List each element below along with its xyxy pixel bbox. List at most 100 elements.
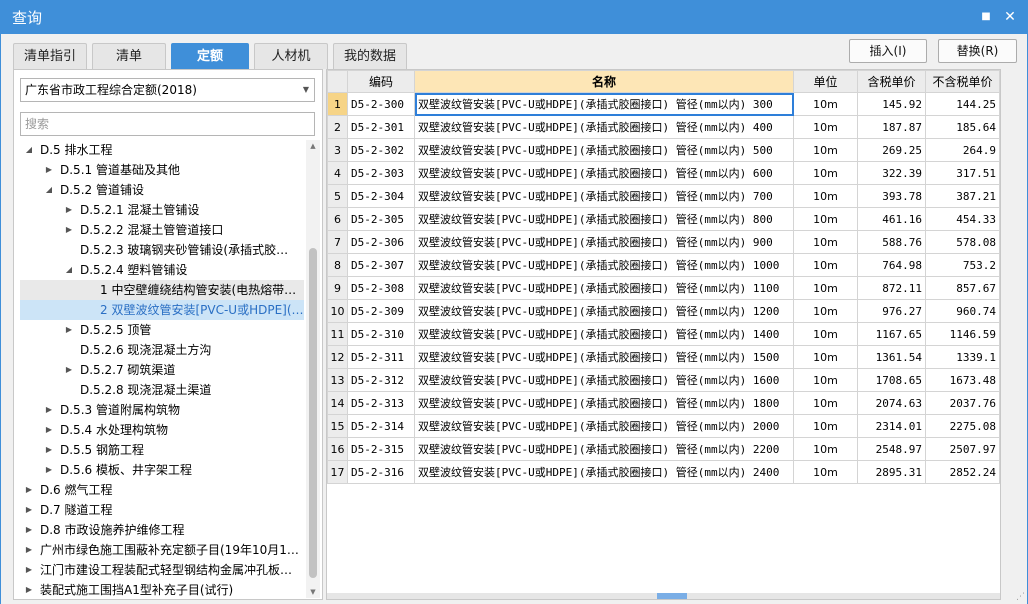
table-row[interactable]: 11 D5-2-310 双壁波纹管安装[PVC-U或HDPE](承插式胶圈接口) 管…	[327, 322, 1000, 346]
tab-list-guide[interactable]: 清单指引	[13, 43, 87, 69]
collapsed-arrow-icon[interactable]: ▶	[44, 400, 54, 420]
collapsed-arrow-icon[interactable]: ▶	[64, 360, 74, 380]
tax-price-cell[interactable]: 1361.54	[857, 345, 926, 369]
code-cell[interactable]: D5-2-300	[347, 92, 415, 116]
library-select[interactable]: 广东省市政工程综合定额(2018) ▼	[20, 78, 315, 102]
row-number[interactable]: 6	[327, 207, 348, 231]
table-row[interactable]: 7 D5-2-306 双壁波纹管安装[PVC-U或HDPE](承插式胶圈接口) 管径…	[327, 230, 1000, 254]
collapsed-arrow-icon[interactable]: ▶	[44, 460, 54, 480]
collapsed-arrow-icon[interactable]: ▶	[64, 200, 74, 220]
table-row[interactable]: 5 D5-2-304 双壁波纹管安装[PVC-U或HDPE](承插式胶圈接口) 管径…	[327, 184, 1000, 208]
name-cell[interactable]: 双壁波纹管安装[PVC-U或HDPE](承插式胶圈接口) 管径(mm以内) 40…	[414, 115, 794, 139]
unit-cell[interactable]: 10m	[793, 138, 858, 162]
tax-price-cell[interactable]: 2314.01	[857, 414, 926, 438]
name-cell[interactable]: 双壁波纹管安装[PVC-U或HDPE](承插式胶圈接口) 管径(mm以内) 18…	[414, 391, 794, 415]
notax-price-cell[interactable]: 454.33	[925, 207, 1000, 231]
unit-cell[interactable]: 10m	[793, 391, 858, 415]
unit-cell[interactable]: 10m	[793, 230, 858, 254]
tree-item[interactable]: ▶ 广州市绿色施工围蔽补充定额子目(19年10月1…	[20, 540, 304, 560]
table-row[interactable]: 8 D5-2-307 双壁波纹管安装[PVC-U或HDPE](承插式胶圈接口) 管径…	[327, 253, 1000, 277]
insert-button[interactable]: 插入(I)	[849, 39, 927, 63]
name-cell[interactable]: 双壁波纹管安装[PVC-U或HDPE](承插式胶圈接口) 管径(mm以内) 16…	[414, 368, 794, 392]
tree-item[interactable]: 2 双壁波纹管安装[PVC-U或HDPE](…	[20, 300, 304, 320]
tax-price-cell[interactable]: 2895.31	[857, 460, 926, 484]
tree-item[interactable]: ◢ D.5.2.4 塑料管铺设	[20, 260, 304, 280]
name-cell[interactable]: 双壁波纹管安装[PVC-U或HDPE](承插式胶圈接口) 管径(mm以内) 10…	[414, 253, 794, 277]
tax-price-cell[interactable]: 2548.97	[857, 437, 926, 461]
tax-price-cell[interactable]: 187.87	[857, 115, 926, 139]
table-row[interactable]: 3 D5-2-302 双壁波纹管安装[PVC-U或HDPE](承插式胶圈接口) 管径…	[327, 138, 1000, 162]
expanded-arrow-icon[interactable]: ◢	[64, 260, 74, 280]
code-cell[interactable]: D5-2-303	[347, 161, 415, 185]
code-cell[interactable]: D5-2-314	[347, 414, 415, 438]
tree-item[interactable]: ▶ 装配式施工围挡A1型补充子目(试行)	[20, 580, 304, 598]
row-number[interactable]: 14	[327, 391, 348, 415]
unit-cell[interactable]: 10m	[793, 276, 858, 300]
row-number[interactable]: 10	[327, 299, 348, 323]
tax-price-cell[interactable]: 976.27	[857, 299, 926, 323]
maximize-icon[interactable]: ■	[977, 8, 995, 26]
notax-price-cell[interactable]: 960.74	[925, 299, 1000, 323]
scrollbar-thumb[interactable]	[657, 593, 687, 599]
notax-price-cell[interactable]: 2037.76	[925, 391, 1000, 415]
tax-price-cell[interactable]: 1708.65	[857, 368, 926, 392]
code-cell[interactable]: D5-2-306	[347, 230, 415, 254]
collapsed-arrow-icon[interactable]: ▶	[24, 480, 34, 500]
unit-cell[interactable]: 10m	[793, 207, 858, 231]
tree-item[interactable]: ▶ D.8 市政设施养护维修工程	[20, 520, 304, 540]
row-number[interactable]: 2	[327, 115, 348, 139]
resize-grip-icon[interactable]: ⋰	[1016, 592, 1025, 602]
collapsed-arrow-icon[interactable]: ▶	[44, 420, 54, 440]
tree-item[interactable]: ▶ D.5.5 钢筋工程	[20, 440, 304, 460]
table-row[interactable]: 13 D5-2-312 双壁波纹管安装[PVC-U或HDPE](承插式胶圈接口) 管…	[327, 368, 1000, 392]
collapsed-arrow-icon[interactable]: ▶	[24, 520, 34, 540]
notax-price-cell[interactable]: 1339.1	[925, 345, 1000, 369]
code-cell[interactable]: D5-2-302	[347, 138, 415, 162]
tree-item[interactable]: ▶ D.5.3 管道附属构筑物	[20, 400, 304, 420]
row-number[interactable]: 7	[327, 230, 348, 254]
name-cell[interactable]: 双壁波纹管安装[PVC-U或HDPE](承插式胶圈接口) 管径(mm以内) 22…	[414, 437, 794, 461]
column-header-tax-price[interactable]: 含税单价	[857, 70, 926, 93]
notax-price-cell[interactable]: 2507.97	[925, 437, 1000, 461]
expanded-arrow-icon[interactable]: ◢	[44, 180, 54, 200]
table-row[interactable]: 16 D5-2-315 双壁波纹管安装[PVC-U或HDPE](承插式胶圈接口) 管…	[327, 437, 1000, 461]
unit-cell[interactable]: 10m	[793, 460, 858, 484]
name-cell[interactable]: 双壁波纹管安装[PVC-U或HDPE](承插式胶圈接口) 管径(mm以内) 12…	[414, 299, 794, 323]
name-cell[interactable]: 双壁波纹管安装[PVC-U或HDPE](承插式胶圈接口) 管径(mm以内) 20…	[414, 414, 794, 438]
notax-price-cell[interactable]: 144.25	[925, 92, 1000, 116]
unit-cell[interactable]: 10m	[793, 299, 858, 323]
collapsed-arrow-icon[interactable]: ▶	[44, 440, 54, 460]
code-cell[interactable]: D5-2-312	[347, 368, 415, 392]
unit-cell[interactable]: 10m	[793, 115, 858, 139]
notax-price-cell[interactable]: 753.2	[925, 253, 1000, 277]
tax-price-cell[interactable]: 2074.63	[857, 391, 926, 415]
unit-cell[interactable]: 10m	[793, 253, 858, 277]
table-row[interactable]: 6 D5-2-305 双壁波纹管安装[PVC-U或HDPE](承插式胶圈接口) 管径…	[327, 207, 1000, 231]
collapsed-arrow-icon[interactable]: ▶	[24, 540, 34, 560]
tax-price-cell[interactable]: 764.98	[857, 253, 926, 277]
tax-price-cell[interactable]: 145.92	[857, 92, 926, 116]
search-input[interactable]: 搜索	[20, 112, 315, 136]
name-cell[interactable]: 双壁波纹管安装[PVC-U或HDPE](承插式胶圈接口) 管径(mm以内) 70…	[414, 184, 794, 208]
row-number[interactable]: 1	[327, 92, 348, 116]
tree-item[interactable]: D.5.2.8 现浇混凝土渠道	[20, 380, 304, 400]
tree-item[interactable]: 1 中空壁缠绕结构管安装(电热熔带…	[20, 280, 304, 300]
code-cell[interactable]: D5-2-310	[347, 322, 415, 346]
code-cell[interactable]: D5-2-311	[347, 345, 415, 369]
tree-item[interactable]: ▶ D.5.2.7 砌筑渠道	[20, 360, 304, 380]
tax-price-cell[interactable]: 461.16	[857, 207, 926, 231]
notax-price-cell[interactable]: 387.21	[925, 184, 1000, 208]
tax-price-cell[interactable]: 1167.65	[857, 322, 926, 346]
collapsed-arrow-icon[interactable]: ▶	[44, 160, 54, 180]
column-header-name[interactable]: 名称	[414, 70, 794, 93]
name-cell[interactable]: 双壁波纹管安装[PVC-U或HDPE](承插式胶圈接口) 管径(mm以内) 90…	[414, 230, 794, 254]
unit-cell[interactable]: 10m	[793, 414, 858, 438]
tab-list[interactable]: 清单	[92, 43, 166, 69]
name-cell[interactable]: 双壁波纹管安装[PVC-U或HDPE](承插式胶圈接口) 管径(mm以内) 50…	[414, 138, 794, 162]
row-number[interactable]: 13	[327, 368, 348, 392]
row-number[interactable]: 12	[327, 345, 348, 369]
table-row[interactable]: 9 D5-2-308 双壁波纹管安装[PVC-U或HDPE](承插式胶圈接口) 管径…	[327, 276, 1000, 300]
tree-item[interactable]: ▶ D.5.6 模板、井字架工程	[20, 460, 304, 480]
name-cell[interactable]: 双壁波纹管安装[PVC-U或HDPE](承插式胶圈接口) 管径(mm以内) 14…	[414, 322, 794, 346]
collapsed-arrow-icon[interactable]: ▶	[64, 220, 74, 240]
